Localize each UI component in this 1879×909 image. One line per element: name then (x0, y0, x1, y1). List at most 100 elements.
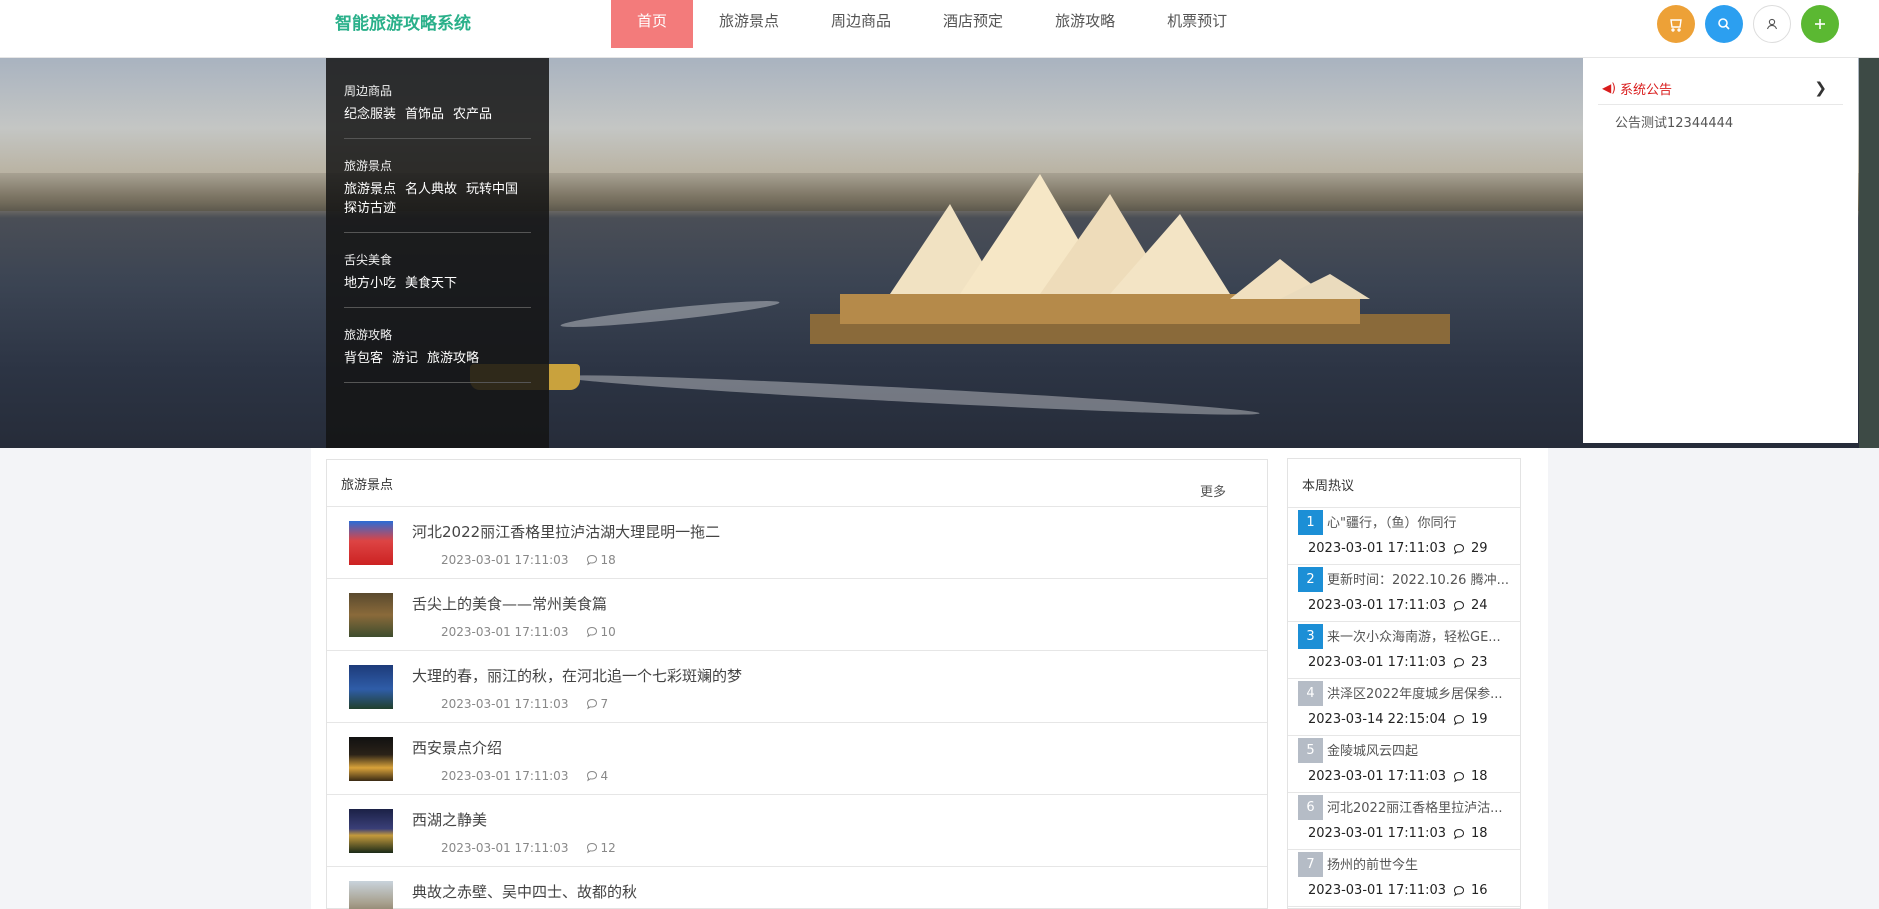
list-item[interactable]: 西湖之静美 2023-03-01 17:11:03 12 (327, 795, 1267, 867)
category-menu: 周边商品 纪念服装 首饰品 农产品 旅游景点 旅游景点 名人典故 玩转中国 探访… (326, 58, 549, 448)
category-title[interactable]: 周边商品 (344, 82, 531, 99)
hot-item-comments: 19 (1471, 712, 1488, 727)
category-group: 旅游攻略 背包客 游记 旅游攻略 (344, 326, 531, 383)
comment-icon (1453, 543, 1465, 554)
list-item-comments: 7 (600, 697, 609, 711)
hot-item[interactable]: 7 扬州的前世今生 2023-03-01 17:11:03 16 (1288, 850, 1520, 907)
category-link[interactable]: 旅游攻略 (427, 349, 479, 368)
comment-icon (1453, 600, 1465, 611)
list-item[interactable]: 大理的春，丽江的秋，在河北追一个七彩斑斓的梦 2023-03-01 17:11:… (327, 651, 1267, 723)
comment-icon (1453, 828, 1465, 839)
category-link[interactable]: 探访古迹 (344, 199, 396, 218)
hot-item-title[interactable]: 心"疆行，（鱼）你同行 (1327, 512, 1511, 531)
list-item-title[interactable]: 河北2022丽江香格里拉泸沽湖大理昆明一拖二 (412, 521, 720, 542)
hot-item-comments: 23 (1471, 655, 1488, 670)
category-group: 舌尖美食 地方小吃 美食天下 (344, 251, 531, 308)
comment-icon (587, 698, 598, 710)
main-nav: 首页 旅游景点 周边商品 酒店预定 旅游攻略 机票预订 (611, 0, 1253, 48)
list-item-date: 2023-03-01 17:11:03 (441, 625, 569, 639)
category-link[interactable]: 纪念服装 (344, 105, 396, 124)
hot-topics: 本周热议 1 心"疆行，（鱼）你同行 2023-03-01 17:11:03 2… (1287, 458, 1521, 909)
hot-item-comments: 24 (1471, 598, 1488, 613)
hot-item-title[interactable]: 洪泽区2022年度城乡居保参... (1327, 683, 1511, 702)
list-item-thumbnail (349, 809, 393, 853)
category-link[interactable]: 首饰品 (405, 105, 444, 124)
category-title[interactable]: 旅游景点 (344, 157, 531, 174)
category-link[interactable]: 美食天下 (405, 274, 457, 293)
nav-guides[interactable]: 旅游攻略 (1029, 0, 1141, 48)
search-icon (1718, 18, 1730, 30)
rank-badge: 5 (1298, 738, 1323, 763)
nav-flights[interactable]: 机票预订 (1141, 0, 1253, 48)
list-item-thumbnail (349, 521, 393, 565)
hot-item-date: 2023-03-01 17:11:03 (1308, 541, 1447, 556)
category-link[interactable]: 名人典故 (405, 180, 457, 199)
nav-attractions[interactable]: 旅游景点 (693, 0, 805, 48)
list-item-title[interactable]: 典故之赤壁、吴中四士、故都的秋 (412, 881, 637, 902)
nav-home[interactable]: 首页 (611, 0, 694, 48)
hot-item-title[interactable]: 河北2022丽江香格里拉泸沽... (1327, 797, 1511, 816)
hot-item[interactable]: 6 河北2022丽江香格里拉泸沽... 2023-03-01 17:11:03 … (1288, 793, 1520, 850)
category-title[interactable]: 旅游攻略 (344, 326, 531, 343)
top-header: 智能旅游攻略系统 首页 旅游景点 周边商品 酒店预定 旅游攻略 机票预订 (0, 0, 1879, 58)
plus-icon (1815, 19, 1825, 29)
banner-edge (1859, 58, 1879, 448)
comment-icon (587, 770, 598, 782)
list-item[interactable]: 典故之赤壁、吴中四士、故都的秋 (327, 867, 1267, 909)
hot-item-title[interactable]: 金陵城风云四起 (1327, 740, 1511, 759)
list-item-title[interactable]: 西安景点介绍 (412, 737, 502, 758)
hot-item-title[interactable]: 扬州的前世今生 (1327, 854, 1511, 873)
user-button[interactable] (1753, 5, 1791, 43)
nav-hotel[interactable]: 酒店预定 (917, 0, 1029, 48)
banner-wake (559, 296, 781, 332)
comment-icon (587, 554, 598, 566)
notice-panel: ◀) 系统公告 ❯ 公告测试12344444 (1583, 58, 1858, 443)
list-item-thumbnail (349, 593, 393, 637)
speaker-icon: ◀) (1602, 81, 1616, 95)
hot-topics-title: 本周热议 (1288, 459, 1520, 508)
hot-item-date: 2023-03-01 17:11:03 (1308, 655, 1447, 670)
hot-item[interactable]: 2 更新时间：2022.10.26 腾冲... 2023-03-01 17:11… (1288, 565, 1520, 622)
category-link[interactable]: 玩转中国 (466, 180, 518, 199)
hot-item-title[interactable]: 更新时间：2022.10.26 腾冲... (1327, 569, 1511, 588)
list-item-title[interactable]: 大理的春，丽江的秋，在河北追一个七彩斑斓的梦 (412, 665, 742, 686)
hot-item[interactable]: 3 来一次小众海南游，轻松GE... 2023-03-01 17:11:03 2… (1288, 622, 1520, 679)
more-link[interactable]: 更多 (1200, 481, 1226, 500)
rank-badge: 1 (1298, 510, 1323, 535)
site-logo[interactable]: 智能旅游攻略系统 (335, 9, 471, 34)
notice-header[interactable]: ◀) 系统公告 ❯ (1598, 72, 1843, 105)
rank-badge: 3 (1298, 624, 1323, 649)
category-link[interactable]: 旅游景点 (344, 180, 396, 199)
hot-item-date: 2023-03-01 17:11:03 (1308, 769, 1447, 784)
list-item-comments: 18 (600, 553, 616, 567)
nav-products[interactable]: 周边商品 (805, 0, 917, 48)
hot-item[interactable]: 1 心"疆行，（鱼）你同行 2023-03-01 17:11:03 29 (1288, 508, 1520, 565)
search-button[interactable] (1705, 5, 1743, 43)
category-group: 旅游景点 旅游景点 名人典故 玩转中国 探访古迹 (344, 157, 531, 233)
category-link[interactable]: 游记 (392, 349, 418, 368)
notice-item[interactable]: 公告测试12344444 (1598, 105, 1843, 131)
chevron-right-icon[interactable]: ❯ (1814, 79, 1843, 97)
list-item-date: 2023-03-01 17:11:03 (441, 697, 569, 711)
hot-item-date: 2023-03-01 17:11:03 (1308, 883, 1447, 898)
hot-item[interactable]: 4 洪泽区2022年度城乡居保参... 2023-03-14 22:15:04 … (1288, 679, 1520, 736)
banner-opera-house-image (810, 174, 1450, 344)
list-item[interactable]: 西安景点介绍 2023-03-01 17:11:03 4 (327, 723, 1267, 795)
hot-item-comments: 18 (1471, 826, 1488, 841)
list-item-title[interactable]: 舌尖上的美食——常州美食篇 (412, 593, 607, 614)
attractions-title: 旅游景点 (341, 478, 394, 493)
category-link[interactable]: 地方小吃 (344, 274, 396, 293)
list-item-title[interactable]: 西湖之静美 (412, 809, 487, 830)
comment-icon (587, 626, 598, 638)
hot-item[interactable]: 5 金陵城风云四起 2023-03-01 17:11:03 18 (1288, 736, 1520, 793)
cart-button[interactable] (1657, 5, 1695, 43)
rank-badge: 7 (1298, 852, 1323, 877)
category-title[interactable]: 舌尖美食 (344, 251, 531, 268)
user-icon (1766, 18, 1778, 30)
add-button[interactable] (1801, 5, 1839, 43)
list-item[interactable]: 河北2022丽江香格里拉泸沽湖大理昆明一拖二 2023-03-01 17:11:… (327, 507, 1267, 579)
category-link[interactable]: 背包客 (344, 349, 383, 368)
hot-item-title[interactable]: 来一次小众海南游，轻松GE... (1327, 626, 1511, 645)
category-link[interactable]: 农产品 (453, 105, 492, 124)
list-item[interactable]: 舌尖上的美食——常州美食篇 2023-03-01 17:11:03 10 (327, 579, 1267, 651)
